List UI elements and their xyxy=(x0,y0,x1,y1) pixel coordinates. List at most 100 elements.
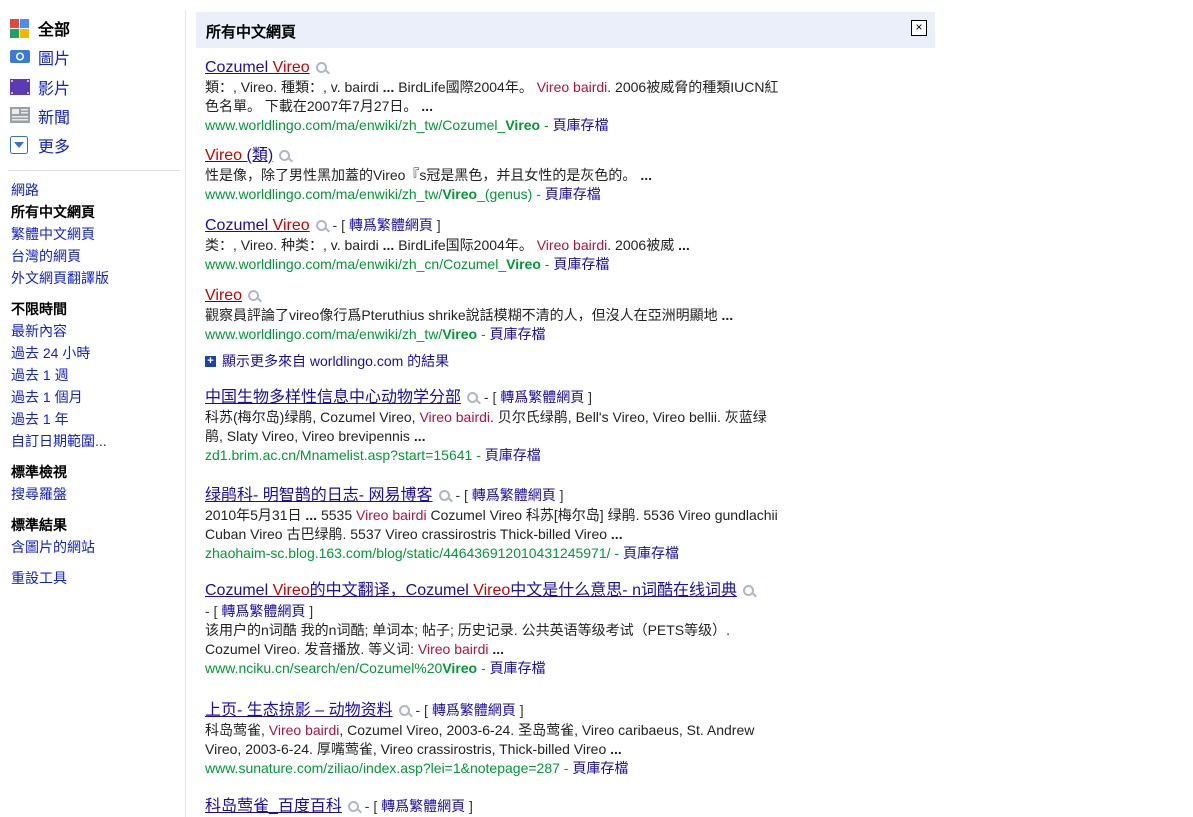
result-url-text: www.worldlingo.com/ma/enwiki/zh_tw/Cozum… xyxy=(205,117,541,133)
result-title-text: 的中文翻译，Cozumel xyxy=(309,582,474,599)
result-title-link[interactable]: Vireo (類) xyxy=(205,147,273,164)
camera-icon xyxy=(10,48,30,66)
sidebar-heading-time: 不限時間 xyxy=(11,301,67,317)
result-url-text: www.sunature.com/ziliao/index.asp?lei=1&… xyxy=(205,760,560,776)
result-title-line: Cozumel Vireo xyxy=(205,58,865,78)
cache-link[interactable]: 頁庫存檔 xyxy=(572,760,628,776)
cache-link[interactable]: 頁庫存檔 xyxy=(485,447,541,463)
cache-link[interactable]: 頁庫存檔 xyxy=(490,660,546,676)
magnifier-icon[interactable] xyxy=(315,219,329,233)
result-url: www.worldlingo.com/ma/enwiki/zh_cn/Cozum… xyxy=(205,256,610,272)
result-title-link[interactable]: 上页- 生态掠影 – 动物资料 xyxy=(205,702,393,719)
mode-label: 新聞 xyxy=(38,110,71,127)
sidebar-item-24h[interactable]: 過去 24 小時 xyxy=(11,343,90,363)
mode-all[interactable]: 全部 xyxy=(10,17,70,39)
sidebar-item-year[interactable]: 過去 1 年 xyxy=(11,409,69,429)
reset-tools-link[interactable]: 重設工具 xyxy=(11,568,67,588)
sidebar-item-taiwan[interactable]: 台灣的網頁 xyxy=(11,246,81,266)
magnifier-icon[interactable] xyxy=(279,149,292,163)
mode-more[interactable]: 更多 xyxy=(10,134,70,156)
more-results-link[interactable]: + 顯示更多來自 worldlingo.com 的結果 xyxy=(205,351,449,371)
translate-link[interactable]: 轉爲繁體網頁 xyxy=(472,487,556,503)
result-url: www.worldlingo.com/ma/enwiki/zh_tw/Vireo… xyxy=(205,326,546,342)
news-icon xyxy=(10,107,30,125)
cache-link[interactable]: 頁庫存檔 xyxy=(545,186,601,202)
result-title-text: Cozumel xyxy=(205,59,273,76)
result-url-text: zhaohaim-sc.blog.163.com/blog/static/446… xyxy=(205,545,611,561)
sidebar-item-month[interactable]: 過去 1 個月 xyxy=(11,387,83,407)
sidebar-item-traditional-chinese[interactable]: 繁體中文網頁 xyxy=(11,224,95,244)
result-title-link[interactable]: Cozumel Vireo的中文翻译，Cozumel Vireo中文是什么意思-… xyxy=(205,582,737,599)
result-snippet: 该用户的n词酷 我的n词酷; 单词本; 帖子; 历史记录. 公共英语等级考试（P… xyxy=(205,622,731,657)
sidebar-item-week[interactable]: 過去 1 週 xyxy=(11,365,69,385)
mode-label: 全部 xyxy=(38,22,71,39)
magnifier-icon[interactable] xyxy=(398,704,412,718)
translate-link-wrapper: - [ 轉爲繁體網頁 ] xyxy=(328,217,441,233)
close-icon[interactable]: × xyxy=(911,20,927,36)
translate-link[interactable]: 轉爲繁體網頁 xyxy=(432,702,516,718)
result-title-text: 中文是什么意思- n词酷在线词典 xyxy=(510,582,737,599)
magnifier-icon[interactable] xyxy=(467,391,480,405)
translate-link[interactable]: 轉爲繁體網頁 xyxy=(381,798,465,814)
mode-news[interactable]: 新聞 xyxy=(10,105,70,127)
cache-link[interactable]: 頁庫存檔 xyxy=(553,117,609,133)
result-url: zhaohaim-sc.blog.163.com/blog/static/446… xyxy=(205,545,679,561)
sidebar-heading-view: 標準檢視 xyxy=(11,464,67,480)
result-snippet: 类：, Vireo. 种类：, v. bairdi ... BirdLife国际… xyxy=(205,237,690,253)
cache-link[interactable]: 頁庫存檔 xyxy=(490,326,546,342)
result-title-link[interactable]: 中国生物多样性信息中心动物学分部 xyxy=(205,389,461,406)
cache-link[interactable]: 頁庫存檔 xyxy=(553,256,609,272)
magnifier-icon[interactable] xyxy=(248,289,261,303)
chevron-down-icon xyxy=(10,136,30,154)
result-title-line: 科岛莺雀_百度百科 - [ 轉爲繁體網頁 ] xyxy=(205,796,865,817)
sidebar-item-wonder-wheel[interactable]: 搜尋羅盤 xyxy=(11,484,67,504)
search-result: Vireo (類) 性是像，除了男性黑加蓋的Vireo『s冠是黑色，并且女性的是灰… xyxy=(205,146,865,204)
magnifier-icon[interactable] xyxy=(438,489,452,503)
sidebar-divider xyxy=(185,10,186,817)
translate-link[interactable]: 轉爲繁體網頁 xyxy=(500,389,584,405)
result-title-line: Cozumel Vireo - [ 轉爲繁體網頁 ] xyxy=(205,215,865,236)
search-result: Cozumel Vireo - [ 轉爲繁體網頁 ] 类：, Vireo. 种类：… xyxy=(205,215,865,274)
magnifier-icon[interactable] xyxy=(742,584,756,598)
mode-images[interactable]: 圖片 xyxy=(10,46,70,68)
result-title-text: Vireo xyxy=(272,582,310,599)
result-title-text: Vireo xyxy=(473,582,511,599)
banner-title: 所有中文網頁 xyxy=(206,24,297,41)
result-title-link[interactable]: 绿鹃科- 明智鹊的日志- 网易博客 xyxy=(205,487,433,504)
sidebar-item-latest[interactable]: 最新內容 xyxy=(11,321,67,341)
sidebar-item-all-chinese[interactable]: 所有中文網頁 xyxy=(11,202,95,222)
result-url-text: www.worldlingo.com/ma/enwiki/zh_tw/Vireo… xyxy=(205,186,533,202)
result-url-text: www.nciku.cn/search/en/Cozumel%20Vireo xyxy=(205,660,478,676)
result-url: www.worldlingo.com/ma/enwiki/zh_tw/Vireo… xyxy=(205,186,601,202)
mode-videos[interactable]: 影片 xyxy=(10,76,70,98)
result-title-line: 绿鹃科- 明智鹊的日志- 网易博客 - [ 轉爲繁體網頁 ] xyxy=(205,485,865,506)
translate-link[interactable]: 轉爲繁體網頁 xyxy=(221,603,305,619)
result-snippet: 科苏(梅尔岛)绿鹃, Cozumel Vireo, Vireo bairdi. … xyxy=(205,409,767,444)
sidebar-item-custom-range[interactable]: 自訂日期範圍... xyxy=(11,431,107,451)
result-title-link[interactable]: Cozumel Vireo xyxy=(205,217,310,234)
result-title-text: Vireo xyxy=(205,287,243,304)
sidebar-heading-results: 標準結果 xyxy=(11,517,67,533)
result-title-text: Cozumel xyxy=(205,582,273,599)
translate-link-wrapper: - [ 轉爲繁體網頁 ] xyxy=(411,702,524,718)
sidebar-item-translated[interactable]: 外文網頁翻譯版 xyxy=(11,268,109,288)
cache-link[interactable]: 頁庫存檔 xyxy=(623,545,679,561)
magnifier-icon[interactable] xyxy=(347,800,361,814)
result-url: www.nciku.cn/search/en/Cozumel%20Vireo -… xyxy=(205,660,546,676)
result-title-line: 中国生物多样性信息中心动物学分部 - [ 轉爲繁體網頁 ] xyxy=(205,387,865,408)
result-url-text: www.worldlingo.com/ma/enwiki/zh_cn/Cozum… xyxy=(205,256,541,272)
magnifier-icon[interactable] xyxy=(315,61,329,75)
search-result: 科岛莺雀_百度百科 - [ 轉爲繁體網頁 ] xyxy=(205,796,865,817)
result-title-link[interactable]: Vireo xyxy=(205,287,242,304)
sidebar-item-web[interactable]: 網路 xyxy=(11,180,39,200)
sidebar-item-sites-with-images[interactable]: 含圖片的網站 xyxy=(11,537,95,557)
result-title-link[interactable]: Cozumel Vireo xyxy=(205,59,310,76)
translate-link[interactable]: 轉爲繁體網頁 xyxy=(349,217,433,233)
search-result: Cozumel Vireo的中文翻译，Cozumel Vireo中文是什么意思-… xyxy=(205,581,865,678)
result-snippet: 2010年5月31日 ... 5535 Vireo bairdi Cozumel… xyxy=(205,507,778,542)
translate-link-wrapper: - [ 轉爲繁體網頁 ] xyxy=(451,487,564,503)
result-title-link[interactable]: 科岛莺雀_百度百科 xyxy=(205,798,342,815)
result-snippet: 觀察員評論了vireo像行爲Pteruthius shrike說話模糊不清的人，… xyxy=(205,307,734,323)
mode-label: 圖片 xyxy=(38,51,71,68)
search-result: 绿鹃科- 明智鹊的日志- 网易博客 - [ 轉爲繁體網頁 ] 2010年5月31日… xyxy=(205,485,865,563)
